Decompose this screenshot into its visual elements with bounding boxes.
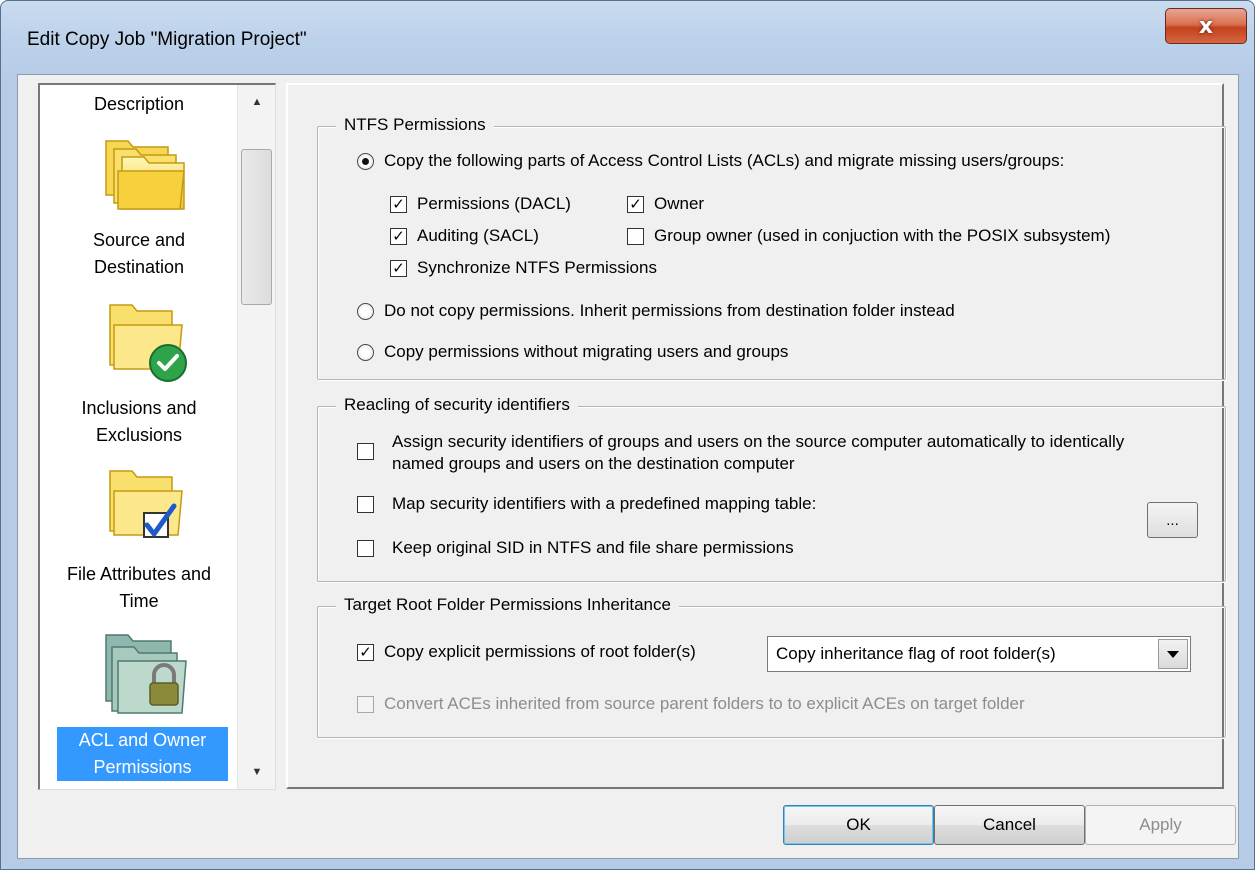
checkbox-map-sid-table[interactable]: Map security identifiers with a predefin…	[357, 494, 816, 514]
sidebar-item-description[interactable]: Description	[40, 91, 238, 118]
checkbox-keep-original-sid[interactable]: Keep original SID in NTFS and file share…	[357, 538, 794, 558]
checkbox-label: Owner	[654, 194, 705, 213]
radio-button[interactable]	[357, 343, 374, 361]
checkbox-label: Auditing (SACL)	[417, 226, 539, 245]
folder-checkbox-icon[interactable]	[98, 463, 190, 555]
select-value: Copy inheritance flag of root folder(s)	[776, 644, 1056, 663]
sidebar-item-label: Source and Destination	[92, 230, 186, 277]
group-title: Target Root Folder Permissions Inheritan…	[336, 595, 679, 615]
close-button[interactable]: x	[1165, 8, 1247, 44]
checkbox[interactable]	[627, 227, 644, 245]
checkbox[interactable]	[357, 495, 374, 513]
checkbox-label: Copy explicit permissions of root folder…	[384, 642, 696, 661]
checkbox-label: Group owner (used in conjuction with the…	[654, 226, 1111, 245]
category-list: Description Source and Destination Inclu…	[40, 85, 238, 789]
checkbox[interactable]	[357, 695, 374, 713]
checkbox-label: Synchronize NTFS Permissions	[417, 258, 657, 277]
checkbox-owner[interactable]: ✓ Owner	[627, 194, 704, 214]
radio-copy-acl-parts[interactable]: Copy the following parts of Access Contr…	[357, 151, 1064, 171]
close-icon: x	[1198, 13, 1214, 39]
scroll-down-icon[interactable]: ▼	[238, 755, 275, 789]
category-sidebar: Description Source and Destination Inclu…	[38, 83, 276, 790]
window-title: Edit Copy Job "Migration Project"	[27, 29, 307, 50]
checkbox-label: Map security identifiers with a predefin…	[392, 494, 817, 513]
folder-lock-icon[interactable]	[96, 625, 192, 721]
checkbox[interactable]: ✓	[627, 195, 644, 213]
chevron-down-icon[interactable]	[1158, 639, 1188, 669]
sidebar-item-label: ACL and Owner Permissions	[78, 730, 207, 777]
checkbox[interactable]: ✓	[390, 227, 407, 245]
radio-button[interactable]	[357, 152, 374, 170]
checkbox[interactable]: ✓	[390, 259, 407, 277]
sidebar-item-source-destination[interactable]: Source and Destination	[40, 227, 238, 281]
checkbox[interactable]: ✓	[357, 643, 374, 661]
apply-button[interactable]: Apply	[1085, 805, 1236, 845]
checkbox-label: Permissions (DACL)	[417, 194, 571, 213]
radio-label: Copy permissions without migrating users…	[384, 342, 789, 361]
checkbox[interactable]	[357, 443, 374, 460]
sidebar-item-label: File Attributes and Time	[66, 564, 212, 611]
group-title: NTFS Permissions	[336, 115, 494, 135]
scroll-up-icon[interactable]: ▲	[238, 85, 275, 119]
radio-do-not-copy[interactable]: Do not copy permissions. Inherit permiss…	[357, 301, 955, 321]
checkbox-group-owner[interactable]: Group owner (used in conjuction with the…	[627, 226, 1110, 246]
checkbox-label: Assign security identifiers of groups an…	[392, 432, 1125, 473]
group-title: Reacling of security identifiers	[336, 395, 578, 415]
title-bar: Edit Copy Job "Migration Project" x	[1, 1, 1254, 75]
radio-label: Copy the following parts of Access Contr…	[384, 151, 1065, 170]
sidebar-scrollbar[interactable]: ▲ ▼	[237, 85, 275, 789]
checkbox[interactable]	[357, 539, 374, 557]
inheritance-flag-select[interactable]: Copy inheritance flag of root folder(s)	[767, 636, 1191, 672]
folder-stack-icon[interactable]	[96, 121, 188, 213]
sidebar-item-acl-owner[interactable]: ACL and Owner Permissions	[57, 727, 228, 781]
radio-label: Do not copy permissions. Inherit permiss…	[384, 301, 955, 320]
folder-check-icon[interactable]	[98, 295, 190, 387]
radio-copy-without-migrating[interactable]: Copy permissions without migrating users…	[357, 342, 788, 362]
checkbox-assign-sid-auto[interactable]: Assign security identifiers of groups an…	[357, 431, 1157, 475]
inheritance-group: Target Root Folder Permissions Inheritan…	[317, 595, 1226, 738]
ok-button[interactable]: OK	[783, 805, 934, 845]
checkbox-permissions-dacl[interactable]: ✓ Permissions (DACL)	[390, 194, 571, 214]
checkbox-copy-explicit-permissions[interactable]: ✓ Copy explicit permissions of root fold…	[357, 642, 696, 662]
radio-button[interactable]	[357, 302, 374, 320]
checkbox-label: Convert ACEs inherited from source paren…	[384, 694, 1025, 713]
sidebar-item-file-attributes[interactable]: File Attributes and Time	[40, 561, 238, 615]
checkbox-synchronize-ntfs[interactable]: ✓ Synchronize NTFS Permissions	[390, 258, 657, 278]
sidebar-item-inclusions-exclusions[interactable]: Inclusions and Exclusions	[40, 395, 238, 449]
browse-mapping-table-button[interactable]: ...	[1147, 502, 1198, 538]
cancel-button[interactable]: Cancel	[934, 805, 1085, 845]
checkbox-auditing-sacl[interactable]: ✓ Auditing (SACL)	[390, 226, 539, 246]
sidebar-item-label: Inclusions and Exclusions	[81, 398, 197, 445]
checkbox[interactable]: ✓	[390, 195, 407, 213]
checkbox-label: Keep original SID in NTFS and file share…	[392, 538, 794, 557]
scrollbar-thumb[interactable]	[241, 149, 272, 305]
checkbox-convert-aces[interactable]: Convert ACEs inherited from source paren…	[357, 694, 1025, 714]
